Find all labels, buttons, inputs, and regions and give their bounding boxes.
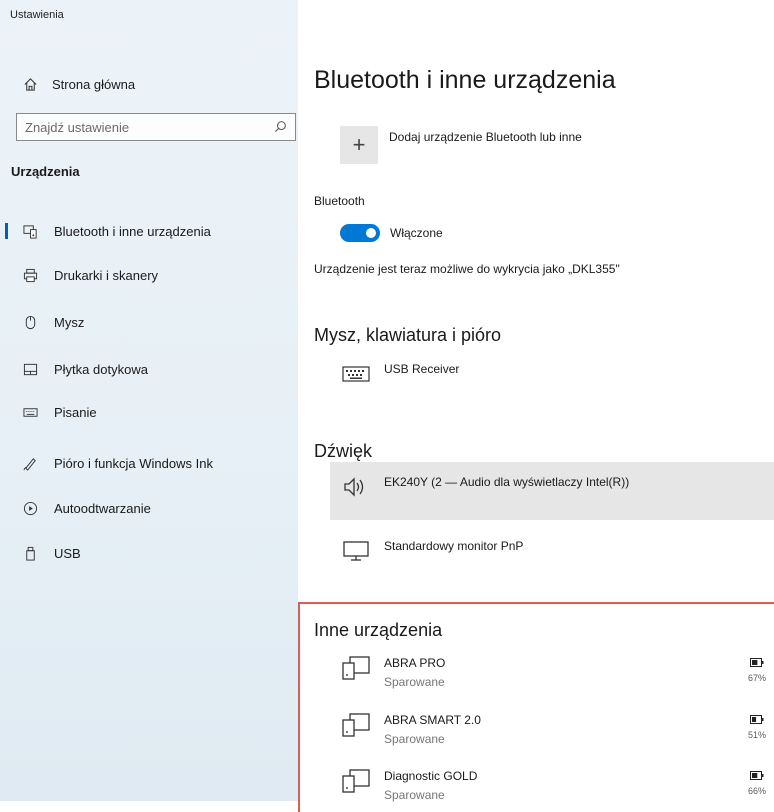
page-title: Bluetooth i inne urządzenia: [314, 66, 616, 94]
speaker-icon: [340, 473, 372, 501]
device-name: EK240Y (2 — Audio dla wyświetlaczy Intel…: [384, 475, 630, 489]
usb-icon: [22, 546, 38, 561]
battery-fill: [751, 773, 758, 778]
audio-section-title: Dźwięk: [314, 441, 373, 461]
sidebar-item-autoplay[interactable]: Autoodtwarzanie: [0, 494, 298, 522]
device-name: ABRA SMART 2.0: [384, 713, 481, 727]
add-device-button[interactable]: +: [340, 126, 378, 164]
app-title: Ustawienia: [10, 9, 64, 21]
monitor-icon: [340, 537, 372, 565]
main-content: Bluetooth i inne urządzenia + Dodaj urzą…: [298, 0, 774, 812]
input-section-title: Mysz, klawiatura i pióro: [314, 325, 502, 345]
printer-icon: [22, 268, 38, 283]
sidebar-item-printers[interactable]: Drukarki i skanery: [0, 261, 298, 289]
sidebar-item-label: Autoodtwarzanie: [54, 500, 151, 516]
touchpad-icon: [22, 362, 38, 377]
battery-icon: [748, 658, 766, 669]
battery-fill: [751, 717, 757, 722]
sidebar: Ustawienia Strona główna Urządzenia Blue…: [0, 0, 298, 801]
section-title: Urządzenia: [11, 164, 80, 179]
device-abra-smart[interactable]: ABRA SMART 2.0 Sparowane: [340, 711, 774, 746]
device-status: Sparowane: [384, 732, 445, 746]
battery-level: 51%: [747, 730, 766, 740]
device-icon: [340, 654, 372, 682]
sidebar-item-pen[interactable]: Pióro i funkcja Windows Ink: [0, 449, 298, 477]
sidebar-item-label: Bluetooth i inne urządzenia: [54, 223, 211, 239]
battery-icon: [748, 715, 766, 726]
device-icon: [340, 767, 372, 795]
battery-fill: [751, 660, 758, 665]
device-status: Sparowane: [384, 675, 445, 689]
sidebar-item-touchpad[interactable]: Płytka dotykowa: [0, 355, 298, 383]
search-box[interactable]: [16, 113, 296, 141]
sidebar-item-bluetooth[interactable]: Bluetooth i inne urządzenia: [0, 217, 298, 245]
device-name: Diagnostic GOLD: [384, 769, 478, 783]
device-name: Standardowy monitor PnP: [384, 539, 524, 553]
bluetooth-toggle[interactable]: [340, 224, 380, 242]
battery-indicator: 51%: [748, 715, 766, 740]
device-ek240y[interactable]: EK240Y (2 — Audio dla wyświetlaczy Intel…: [340, 473, 774, 501]
sidebar-item-usb[interactable]: USB: [0, 539, 298, 567]
pen-icon: [22, 456, 38, 471]
home-link[interactable]: Strona główna: [22, 77, 135, 92]
search-input[interactable]: [17, 118, 267, 136]
device-abra-pro[interactable]: ABRA PRO Sparowane: [340, 654, 774, 689]
device-diagnostic-gold[interactable]: Diagnostic GOLD Sparowane: [340, 767, 774, 802]
device-status: Sparowane: [384, 788, 445, 802]
plus-icon: +: [352, 132, 366, 157]
discoverable-text: Urządzenie jest teraz możliwe do wykryci…: [314, 262, 620, 276]
keyboard-icon: [340, 360, 372, 388]
battery-icon: [748, 771, 766, 782]
battery-indicator: 66%: [748, 771, 766, 796]
battery-level: 66%: [747, 786, 766, 796]
toggle-state-label: Włączone: [390, 226, 443, 240]
sidebar-item-typing[interactable]: Pisanie: [0, 398, 298, 426]
mouse-icon: [22, 315, 38, 330]
device-name: USB Receiver: [384, 362, 460, 376]
home-icon: [22, 77, 38, 92]
sidebar-item-label: Pisanie: [54, 404, 97, 420]
bluetooth-label: Bluetooth: [314, 194, 365, 208]
device-usb-receiver[interactable]: USB Receiver: [340, 360, 774, 388]
battery-indicator: 67%: [748, 658, 766, 683]
other-section-title: Inne urządzenia: [314, 620, 443, 640]
keyboard-icon: [22, 405, 38, 420]
battery-level: 67%: [747, 673, 766, 683]
add-device-label[interactable]: Dodaj urządzenie Bluetooth lub inne: [389, 130, 582, 144]
sidebar-item-label: USB: [54, 545, 81, 561]
search-icon[interactable]: [274, 120, 287, 138]
sidebar-item-label: Pióro i funkcja Windows Ink: [54, 455, 213, 471]
sidebar-item-label: Płytka dotykowa: [54, 361, 148, 377]
device-pnp-monitor[interactable]: Standardowy monitor PnP: [340, 537, 774, 565]
sidebar-item-label: Mysz: [54, 314, 85, 330]
bluetooth-devices-icon: [22, 224, 38, 239]
autoplay-icon: [22, 501, 38, 516]
device-icon: [340, 711, 372, 739]
home-label: Strona główna: [52, 77, 136, 92]
sidebar-item-label: Drukarki i skanery: [54, 267, 159, 283]
sidebar-item-mouse[interactable]: Mysz: [0, 308, 298, 336]
device-name: ABRA PRO: [384, 656, 446, 670]
